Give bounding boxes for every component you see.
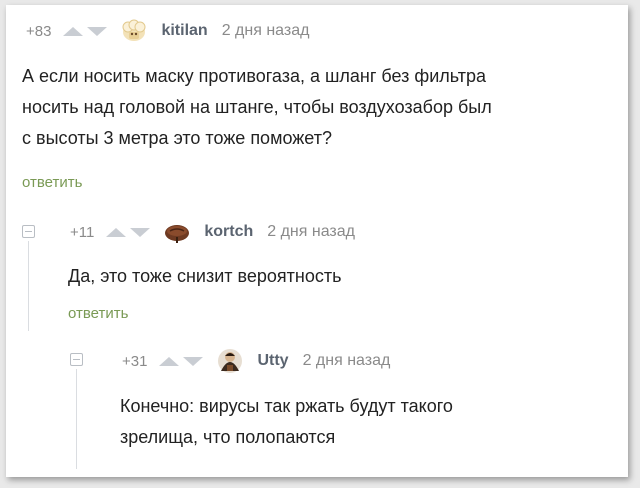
comment-rating: +83 bbox=[26, 22, 52, 40]
comment-header: +11 kortch 2 дня назад bbox=[70, 217, 355, 247]
upvote-icon[interactable] bbox=[106, 227, 127, 237]
downvote-icon[interactable] bbox=[87, 26, 108, 36]
comment-author[interactable]: kitilan bbox=[161, 22, 207, 40]
thread-line[interactable] bbox=[28, 241, 29, 331]
bread-avatar-icon[interactable] bbox=[162, 219, 192, 245]
comment-text: Конечно: вирусы так ржать будут такого з… bbox=[120, 391, 453, 453]
cartoon-avatar-icon[interactable] bbox=[215, 348, 245, 374]
vote-controls bbox=[106, 227, 151, 237]
comment-time: 2 дня назад bbox=[267, 223, 355, 240]
upvote-icon[interactable] bbox=[159, 356, 180, 366]
comment-text-line: Да, это тоже снизит вероятность bbox=[68, 266, 342, 286]
downvote-icon[interactable] bbox=[130, 227, 151, 237]
comment-text-line: Конечно: вирусы так ржать будут такого bbox=[120, 396, 453, 416]
comment-text-line: А если носить маску противогаза, а шланг… bbox=[22, 66, 487, 86]
comment-rating: +31 bbox=[122, 352, 148, 370]
upvote-icon[interactable] bbox=[63, 26, 84, 36]
reply-link[interactable]: ответить bbox=[68, 305, 128, 322]
comment-text-line: зрелища, что полопаются bbox=[120, 427, 336, 447]
collapse-thread-button[interactable] bbox=[22, 225, 35, 238]
comment-time: 2 дня назад bbox=[302, 352, 391, 369]
collapse-thread-button[interactable] bbox=[70, 353, 83, 366]
comment-rating: +11 bbox=[70, 223, 95, 241]
sheep-avatar-icon[interactable] bbox=[119, 18, 149, 44]
vote-controls bbox=[159, 356, 204, 366]
thread-line[interactable] bbox=[76, 369, 77, 469]
comment-text: А если носить маску противогаза, а шланг… bbox=[22, 61, 492, 154]
reply-link[interactable]: ответить bbox=[22, 174, 82, 191]
comment-text-line: носить над головой на штанге, чтобы возд… bbox=[22, 97, 492, 117]
comment-author[interactable]: kortch bbox=[204, 223, 253, 241]
comment-header: +31 Utty 2 дня назад bbox=[122, 346, 390, 376]
comment-text-line: с высоты 3 метра это тоже поможет? bbox=[22, 128, 332, 148]
comment-header: +83 kitilan 2 дня назад bbox=[26, 16, 309, 46]
comment-author[interactable]: Utty bbox=[257, 352, 288, 370]
comments-panel: +83 kitilan 2 дня назад А если носить ма… bbox=[6, 5, 628, 477]
comment-text: Да, это тоже снизит вероятность bbox=[68, 261, 341, 292]
vote-controls bbox=[63, 26, 108, 36]
downvote-icon[interactable] bbox=[183, 356, 204, 366]
comment-time: 2 дня назад bbox=[221, 22, 310, 39]
